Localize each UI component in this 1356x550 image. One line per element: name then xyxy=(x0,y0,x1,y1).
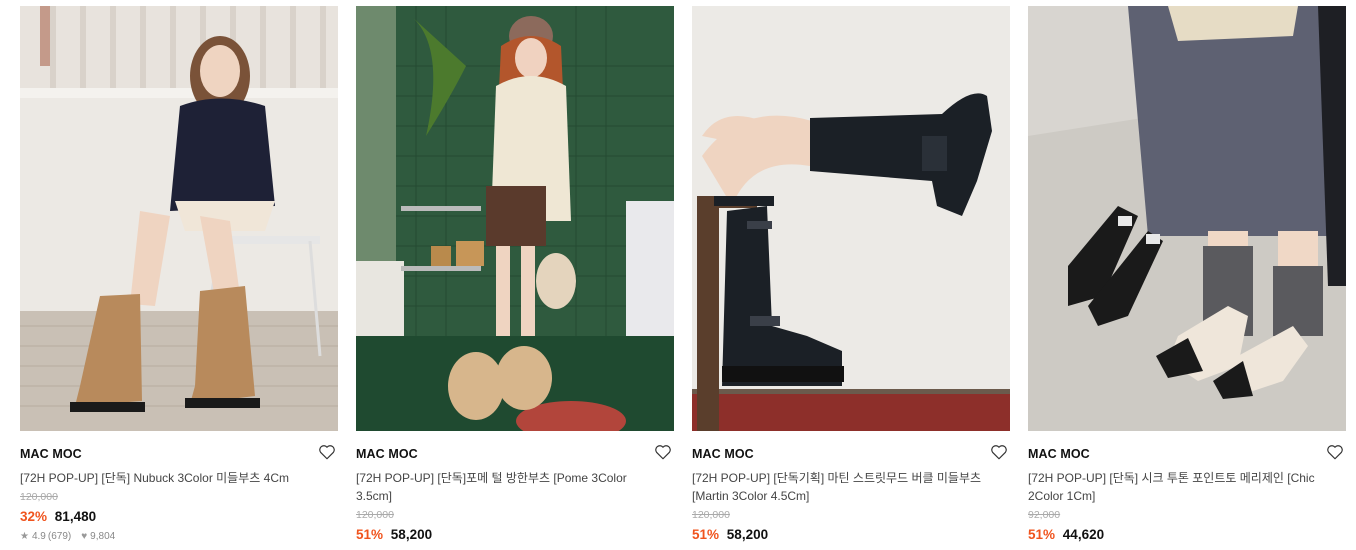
heart-outline-icon[interactable] xyxy=(318,443,336,461)
product-image[interactable] xyxy=(20,6,338,431)
product-name[interactable]: [72H POP-UP] [단독]포메 털 방한부츠 [Pome 3Color … xyxy=(356,469,656,505)
product-image[interactable] xyxy=(356,6,674,431)
product-card[interactable]: MAC MOC [72H POP-UP] [단독] 시크 투톤 포인트토 메리제… xyxy=(1028,6,1346,543)
product-image[interactable] xyxy=(1028,6,1346,431)
brand-name[interactable]: MAC MOC xyxy=(356,446,674,462)
discount-rate: 32% xyxy=(20,509,48,524)
original-price: 120,000 xyxy=(692,509,730,521)
brand-name[interactable]: MAC MOC xyxy=(1028,446,1346,462)
sale-price: 81,480 xyxy=(54,509,97,524)
heart-outline-icon[interactable] xyxy=(1326,443,1344,461)
price-row: 51% 44,620 xyxy=(1028,526,1346,543)
original-price: 120,000 xyxy=(356,509,394,521)
price-row: 32% 81,480 xyxy=(20,508,338,525)
product-card[interactable]: MAC MOC [72H POP-UP] [단독] Nubuck 3Color … xyxy=(20,6,338,543)
sale-price: 58,200 xyxy=(726,527,769,542)
like-count: 9,804 xyxy=(90,531,116,542)
discount-rate: 51% xyxy=(692,527,720,542)
sale-price: 44,620 xyxy=(1062,527,1105,542)
review-count: (679) xyxy=(47,531,72,542)
brand-name[interactable]: MAC MOC xyxy=(20,446,338,462)
product-name[interactable]: [72H POP-UP] [단독기획] 마틴 스트릿무드 버클 미들부츠 [Ma… xyxy=(692,469,992,505)
rating: 4.9 xyxy=(31,531,46,542)
heart-filled-icon: ♥ xyxy=(81,531,88,542)
sale-price: 58,200 xyxy=(390,527,433,542)
product-stats: ★ 4.9 (679) ♥ 9,804 xyxy=(20,531,338,543)
product-name[interactable]: [72H POP-UP] [단독] 시크 투톤 포인트토 메리제인 [Chic … xyxy=(1028,469,1328,505)
brand-name[interactable]: MAC MOC xyxy=(692,446,1010,462)
discount-rate: 51% xyxy=(1028,527,1056,542)
original-price: 92,000 xyxy=(1028,509,1061,521)
star-icon: ★ xyxy=(20,531,29,542)
product-image[interactable] xyxy=(692,6,1010,431)
product-name[interactable]: [72H POP-UP] [단독] Nubuck 3Color 미들부츠 4Cm xyxy=(20,469,320,487)
original-price: 120,000 xyxy=(20,491,58,503)
price-row: 51% 58,200 xyxy=(692,526,1010,543)
product-card[interactable]: MAC MOC [72H POP-UP] [단독기획] 마틴 스트릿무드 버클 … xyxy=(692,6,1010,543)
discount-rate: 51% xyxy=(356,527,384,542)
heart-outline-icon[interactable] xyxy=(990,443,1008,461)
heart-outline-icon[interactable] xyxy=(654,443,672,461)
product-card[interactable]: MAC MOC [72H POP-UP] [단독]포메 털 방한부츠 [Pome… xyxy=(356,6,674,543)
price-row: 51% 58,200 xyxy=(356,526,674,543)
